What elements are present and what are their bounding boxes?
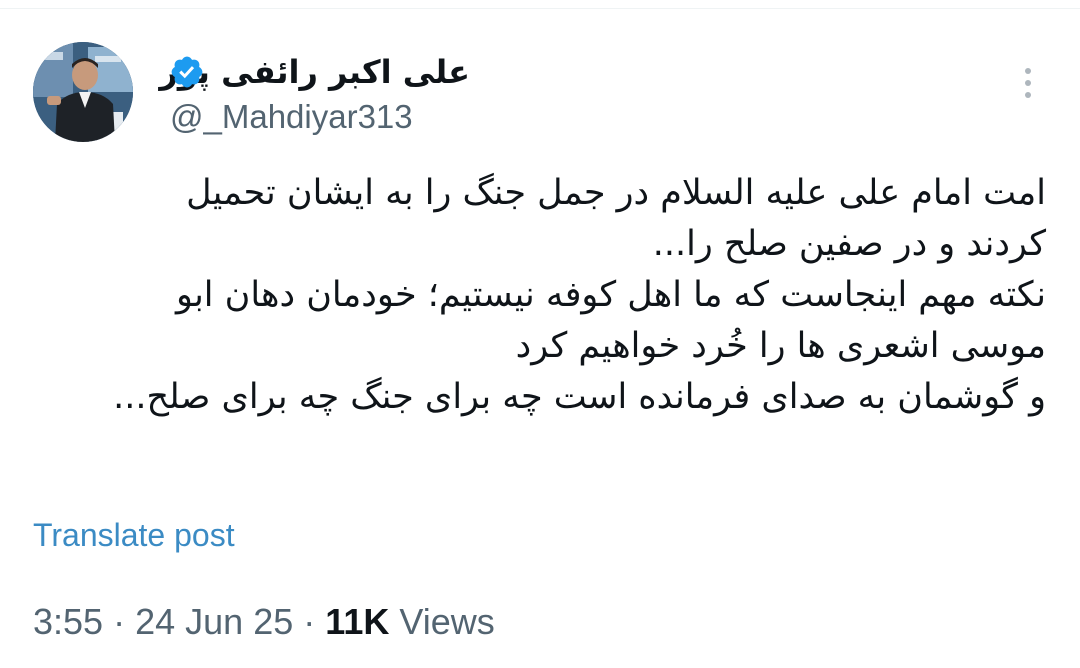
post-meta: 3:55 · 24 Jun 25 · 11K Views [33,597,495,647]
author-handle[interactable]: @_Mahdiyar313 [170,97,413,137]
profile-photo-icon [33,42,133,142]
post-line: موسی اشعری ها را خُرد خواهیم کرد [515,326,1046,366]
translate-post-link[interactable]: Translate post [33,513,235,557]
verified-badge-icon[interactable] [169,54,205,90]
post-line: امت امام علی علیه السلام در جمل جنگ را ب… [186,173,1046,213]
author-display-name[interactable]: علی اکبر رائفی پور [159,50,470,94]
post-text: امت امام علی علیه السلام در جمل جنگ را ب… [36,168,1046,423]
views-label: Views [399,601,495,642]
post-line: و گوشمان به صدای فرمانده است چه برای جنگ… [113,377,1046,417]
post-time[interactable]: 3:55 [33,601,103,642]
avatar[interactable] [33,42,133,142]
top-divider [0,8,1080,9]
views-count[interactable]: 11K [325,601,389,642]
post-line: کردند و در صفین صلح را... [652,224,1046,264]
meta-separator: · [113,601,126,642]
meta-separator: · [303,601,316,642]
post-date[interactable]: 24 Jun 25 [135,601,293,642]
more-options-icon[interactable] [1014,64,1042,104]
post-line: نکته مهم اینجاست که ما اهل کوفه نیستیم؛ … [175,275,1046,315]
